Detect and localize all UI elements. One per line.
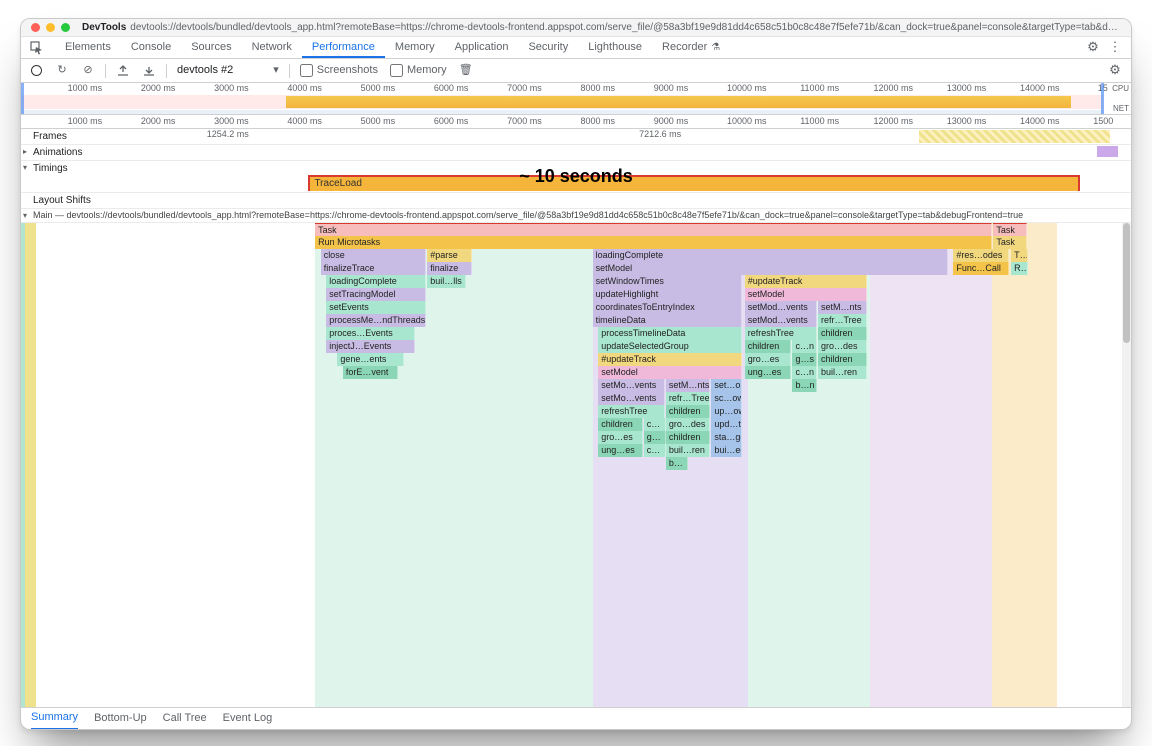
overview-left-handle[interactable] xyxy=(21,83,24,114)
btab-call-tree[interactable]: Call Tree xyxy=(163,708,207,728)
btab-event-log[interactable]: Event Log xyxy=(223,708,273,728)
close-window-icon[interactable] xyxy=(31,23,40,32)
gc-icon[interactable]: 🗑 xyxy=(459,64,473,78)
net-label: NET xyxy=(1113,104,1129,114)
reload-record-icon[interactable]: ↻ xyxy=(55,64,69,78)
save-profile-icon[interactable] xyxy=(142,64,156,78)
timeline-ruler[interactable]: 1000 ms 2000 ms 3000 ms 4000 ms 5000 ms … xyxy=(21,115,1131,129)
tracks-area: Frames 1254.2 ms 7212.6 ms ▸ Animations … xyxy=(21,129,1131,707)
overview-cpu xyxy=(21,95,1103,109)
frame-hatch xyxy=(919,130,1110,143)
layout-shifts-track[interactable]: Layout Shifts xyxy=(21,193,1131,209)
tab-application[interactable]: Application xyxy=(445,37,519,57)
flask-icon: ⚗ xyxy=(711,41,720,54)
zoom-window-icon[interactable] xyxy=(61,23,70,32)
capture-settings-icon[interactable]: ⚙ xyxy=(1107,63,1123,79)
scrollbar-thumb[interactable] xyxy=(1123,223,1130,343)
tab-sources[interactable]: Sources xyxy=(181,37,241,57)
overview[interactable]: 1000 ms 2000 ms 3000 ms 4000 ms 5000 ms … xyxy=(21,83,1131,115)
timings-track[interactable]: ▾ Timings TraceLoad xyxy=(21,161,1131,193)
tab-recorder[interactable]: Recorder⚗ xyxy=(652,37,730,57)
overview-right-handle[interactable] xyxy=(1101,83,1104,114)
inspect-element-icon[interactable] xyxy=(29,40,45,56)
tab-security[interactable]: Security xyxy=(518,37,578,57)
cpu-label: CPU xyxy=(1112,84,1129,94)
screenshots-checkbox[interactable]: Screenshots xyxy=(300,63,378,77)
main-track-header[interactable]: ▾ Main — devtools://devtools/bundled/dev… xyxy=(21,209,1131,223)
btab-bottom-up[interactable]: Bottom-Up xyxy=(94,708,147,728)
record-icon[interactable] xyxy=(29,64,43,78)
btab-summary[interactable]: Summary xyxy=(31,707,78,729)
flame-task[interactable]: Task xyxy=(993,223,1026,236)
more-icon[interactable]: ⋮ xyxy=(1107,40,1123,56)
tab-elements[interactable]: Elements xyxy=(55,37,121,57)
tab-lighthouse[interactable]: Lighthouse xyxy=(578,37,652,57)
panel-tabs: Elements Console Sources Network Perform… xyxy=(21,37,1131,59)
minimize-window-icon[interactable] xyxy=(46,23,55,32)
history-dropdown[interactable]: devtools #2▾ xyxy=(177,63,279,77)
flame-task[interactable]: Task xyxy=(315,223,992,236)
animations-track[interactable]: ▸ Animations xyxy=(21,145,1131,161)
tab-network[interactable]: Network xyxy=(242,37,302,57)
devtools-window: DevToolsdevtools://devtools/bundled/devt… xyxy=(20,18,1132,730)
window-title: DevToolsdevtools://devtools/bundled/devt… xyxy=(82,21,1121,34)
memory-checkbox[interactable]: Memory xyxy=(390,63,447,77)
flame-scrollbar[interactable] xyxy=(1122,223,1131,707)
overview-ruler: 1000 ms 2000 ms 3000 ms 4000 ms 5000 ms … xyxy=(21,83,1131,95)
frames-track[interactable]: Frames 1254.2 ms 7212.6 ms xyxy=(21,129,1131,145)
tab-memory[interactable]: Memory xyxy=(385,37,445,57)
flamechart[interactable]: Task Task Run Microtasks Task close #par… xyxy=(21,223,1131,707)
overview-net xyxy=(21,110,1103,114)
traffic-lights[interactable] xyxy=(31,23,70,32)
clear-icon[interactable]: ⊘ xyxy=(81,64,95,78)
tab-console[interactable]: Console xyxy=(121,37,181,57)
titlebar: DevToolsdevtools://devtools/bundled/devt… xyxy=(21,19,1131,37)
flame-run-microtasks[interactable]: Run Microtasks xyxy=(315,236,992,249)
perf-toolbar: ↻ ⊘ devtools #2▾ Screenshots Memory 🗑 ⚙ xyxy=(21,59,1131,83)
timing-traceload[interactable]: TraceLoad xyxy=(308,175,1080,191)
settings-icon[interactable]: ⚙ xyxy=(1085,40,1101,56)
details-tabs: Summary Bottom-Up Call Tree Event Log xyxy=(21,707,1131,729)
tab-performance[interactable]: Performance xyxy=(302,37,385,58)
load-profile-icon[interactable] xyxy=(116,64,130,78)
